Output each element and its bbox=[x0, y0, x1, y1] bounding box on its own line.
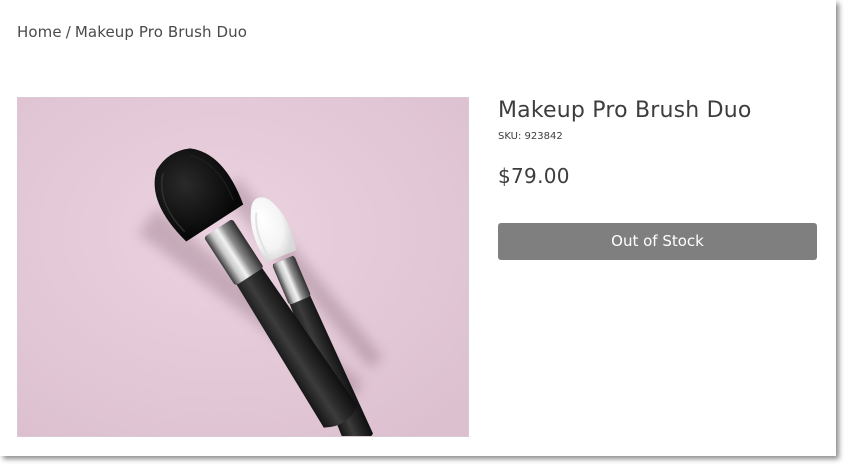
product-price: $79.00 bbox=[498, 164, 570, 188]
product-sku: SKU: 923842 bbox=[498, 131, 563, 142]
breadcrumb: Home / Makeup Pro Brush Duo bbox=[17, 23, 247, 41]
product-image[interactable] bbox=[17, 97, 469, 437]
page-frame: Home / Makeup Pro Brush Duo Makeup Pro B… bbox=[0, 0, 836, 456]
breadcrumb-current: Makeup Pro Brush Duo bbox=[74, 23, 248, 41]
out-of-stock-button[interactable]: Out of Stock bbox=[498, 223, 817, 260]
makeup-brushes-photo bbox=[18, 98, 468, 436]
product-title: Makeup Pro Brush Duo bbox=[498, 98, 752, 123]
breadcrumb-home-link[interactable]: Home bbox=[17, 23, 62, 41]
breadcrumb-separator: / bbox=[65, 23, 71, 41]
product-info: Makeup Pro Brush Duo SKU: 923842 $79.00 … bbox=[498, 96, 818, 260]
